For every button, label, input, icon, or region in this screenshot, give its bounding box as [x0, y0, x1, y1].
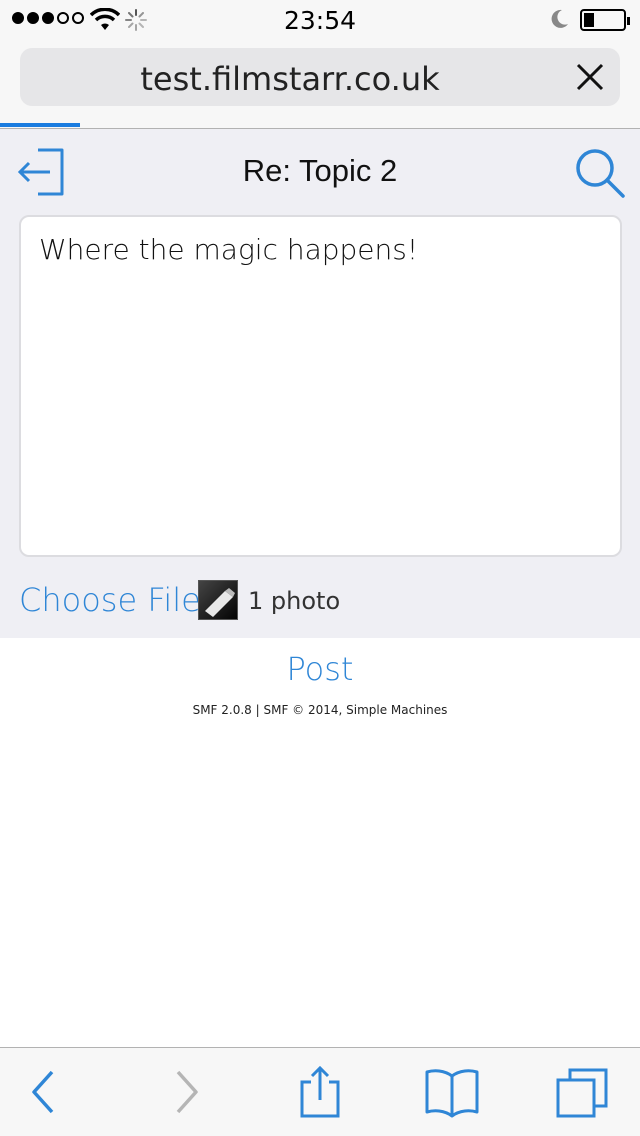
- page-content: Re: Topic 2 Where the magic happens! Cho…: [0, 129, 640, 638]
- battery-icon: [580, 9, 630, 31]
- moon-icon: [548, 8, 570, 35]
- search-icon[interactable]: [574, 147, 626, 199]
- browser-toolbar: [0, 1047, 640, 1136]
- page-title: Re: Topic 2: [242, 153, 398, 188]
- share-icon[interactable]: [290, 1066, 350, 1122]
- attachment-thumbnail: [198, 580, 238, 620]
- footer-copyright: SMF 2.0.8 | SMF © 2014, Simple Machines: [192, 703, 448, 717]
- address-bar[interactable]: test.filmstarr.co.uk: [20, 48, 620, 106]
- close-icon[interactable]: [574, 61, 606, 93]
- post-button[interactable]: Post: [0, 650, 640, 688]
- page-load-progress: [0, 123, 80, 127]
- chevron-left-icon[interactable]: [14, 1066, 74, 1122]
- bookmarks-icon[interactable]: [422, 1066, 482, 1122]
- status-time: 23:54: [283, 6, 357, 35]
- choose-file-button[interactable]: Choose File: [19, 581, 201, 619]
- status-bar: 23:54: [0, 0, 640, 40]
- chevron-right-icon[interactable]: [156, 1066, 216, 1122]
- tabs-icon[interactable]: [554, 1066, 614, 1122]
- message-textarea[interactable]: Where the magic happens!: [19, 215, 622, 557]
- browser-address-area: test.filmstarr.co.uk: [0, 40, 640, 128]
- url-text[interactable]: test.filmstarr.co.uk: [20, 60, 560, 98]
- attachment-count: 1 photo: [248, 587, 341, 615]
